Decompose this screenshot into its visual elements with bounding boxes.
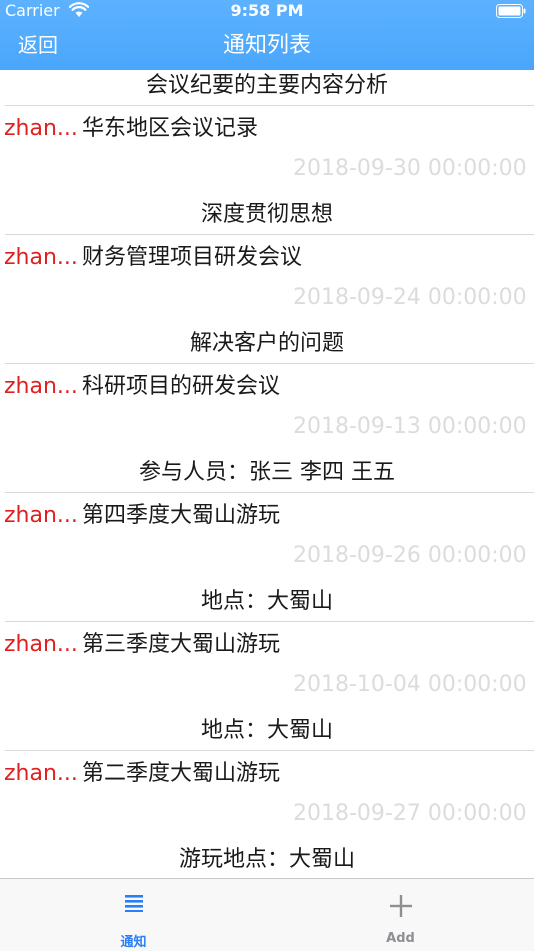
nav-bar: 返回 通知列表 xyxy=(0,22,534,70)
notice-row[interactable]: zhan... 财务管理项目研发会议 2018-09-24 00:00:00 xyxy=(0,235,534,328)
notice-date: 2018-09-13 00:00:00 xyxy=(293,414,527,439)
list-item[interactable]: 参与人员：张三 李四 王五 zhan... 第四季度大蜀山游玩 2018-09-… xyxy=(0,457,534,586)
notice-summary: 游玩地点：大蜀山 xyxy=(178,847,355,872)
battery-icon xyxy=(496,4,526,18)
tab-add[interactable]: Add xyxy=(267,879,534,951)
notice-summary: 深度贯彻思想 xyxy=(200,202,333,227)
header: Carrier 9:58 PM 返回 通知列表 xyxy=(0,0,534,70)
notice-sender: zhan... xyxy=(4,632,78,657)
notice-title: 第二季度大蜀山游玩 xyxy=(82,761,281,786)
notice-row[interactable]: zhan... 华东地区会议记录 2018-09-30 00:00:00 xyxy=(0,106,534,199)
notice-row[interactable]: zhan... 第三季度大蜀山游玩 2018-10-04 00:00:00 xyxy=(0,622,534,715)
status-bar: Carrier 9:58 PM xyxy=(0,0,534,22)
list-item[interactable]: 解决客户的问题 zhan... 科研项目的研发会议 2018-09-13 00:… xyxy=(0,328,534,457)
notice-summary: 地点：大蜀山 xyxy=(200,718,333,743)
notice-date: 2018-09-30 00:00:00 xyxy=(293,156,527,181)
notice-title: 财务管理项目研发会议 xyxy=(82,245,303,270)
list-icon xyxy=(124,895,143,912)
plus-icon xyxy=(389,895,412,917)
notice-summary: 参与人员：张三 李四 王五 xyxy=(139,460,395,485)
notice-title: 科研项目的研发会议 xyxy=(82,374,281,399)
list-item[interactable]: 会议纪要的主要内容分析 zhan... 华东地区会议记录 2018-09-30 … xyxy=(0,70,534,199)
notice-title: 华东地区会议记录 xyxy=(82,116,259,141)
clock: 9:58 PM xyxy=(230,1,304,20)
notice-date: 2018-09-24 00:00:00 xyxy=(293,285,527,310)
tab-notifications[interactable]: 通知 xyxy=(0,879,267,951)
notice-list[interactable]: 会议纪要的主要内容分析 zhan... 华东地区会议记录 2018-09-30 … xyxy=(0,70,534,878)
notice-sender: zhan... xyxy=(4,503,78,528)
tab-label: 通知 xyxy=(120,935,147,950)
notice-sender: zhan... xyxy=(4,761,78,786)
notice-summary: 地点：大蜀山 xyxy=(200,589,333,614)
notice-row[interactable]: zhan... 科研项目的研发会议 2018-09-13 00:00:00 xyxy=(0,364,534,457)
tab-label: Add xyxy=(386,931,415,946)
notice-sender: zhan... xyxy=(4,245,78,270)
list-item[interactable]: 游玩地点：大蜀山 xyxy=(0,844,534,878)
notice-sender: zhan... xyxy=(4,116,78,141)
tab-bar: 通知 Add xyxy=(0,878,534,951)
notice-date: 2018-09-27 00:00:00 xyxy=(293,801,527,826)
list-item[interactable]: 深度贯彻思想 zhan... 财务管理项目研发会议 2018-09-24 00:… xyxy=(0,199,534,328)
list-item[interactable]: 地点：大蜀山 zhan... 第二季度大蜀山游玩 2018-09-27 00:0… xyxy=(0,715,534,844)
page-title: 通知列表 xyxy=(222,33,311,58)
notice-date: 2018-10-04 00:00:00 xyxy=(293,672,527,697)
notice-title: 第三季度大蜀山游玩 xyxy=(82,632,281,657)
notice-row[interactable]: zhan... 第四季度大蜀山游玩 2018-09-26 00:00:00 xyxy=(0,493,534,586)
notice-row[interactable]: zhan... 第二季度大蜀山游玩 2018-09-27 00:00:00 xyxy=(0,751,534,844)
notice-sender: zhan... xyxy=(4,374,78,399)
notice-date: 2018-09-26 00:00:00 xyxy=(293,543,527,568)
notice-summary: 解决客户的问题 xyxy=(189,331,344,356)
list-item[interactable]: 地点：大蜀山 zhan... 第三季度大蜀山游玩 2018-10-04 00:0… xyxy=(0,586,534,715)
notice-summary: 会议纪要的主要内容分析 xyxy=(145,73,388,98)
notice-title: 第四季度大蜀山游玩 xyxy=(82,503,281,528)
